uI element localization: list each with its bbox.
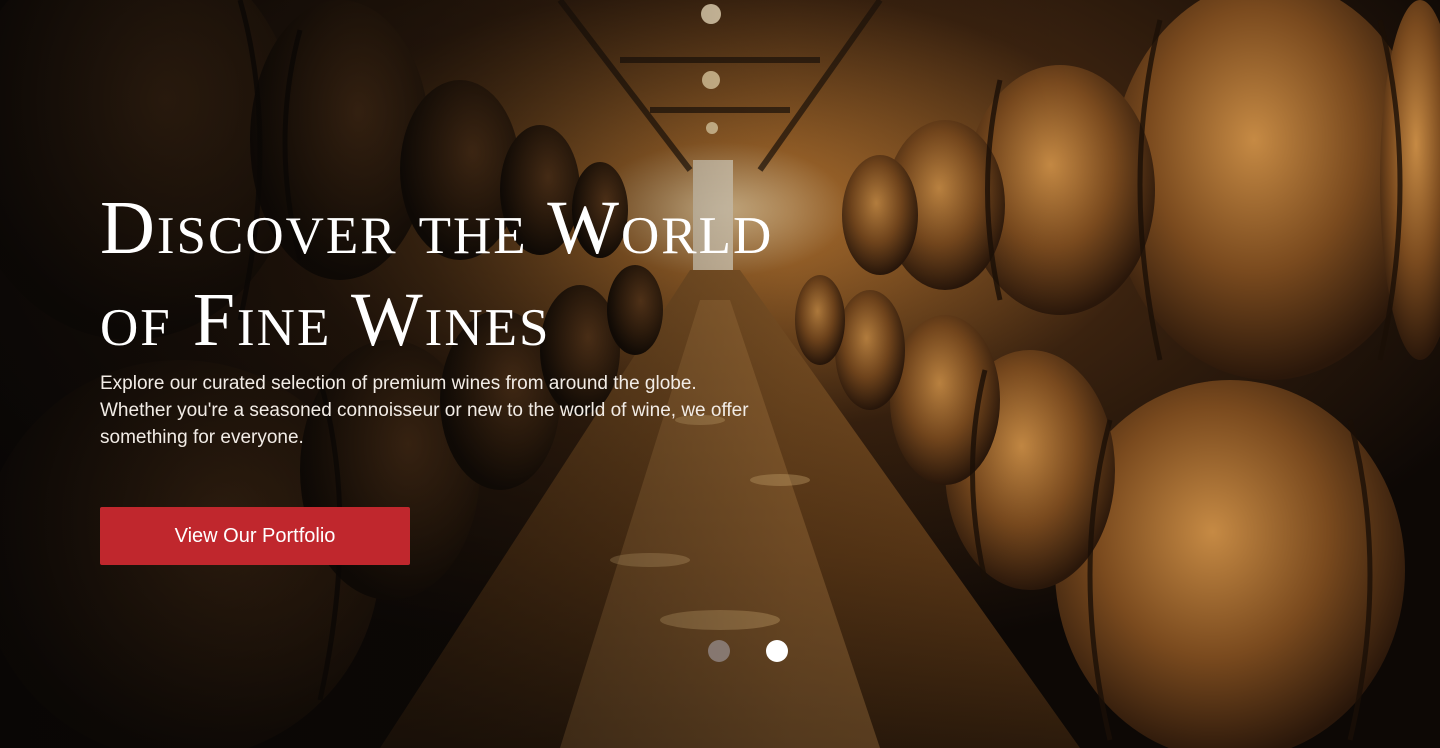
headline-line-2: of Fine Wines — [100, 278, 551, 362]
carousel-pagination — [708, 640, 788, 662]
hero-section: Discover the World of Fine Wines Explore… — [0, 0, 1440, 748]
hero-content: Discover the World of Fine Wines Explore… — [100, 182, 900, 451]
carousel-dot-2-active[interactable] — [766, 640, 788, 662]
headline-line-1: Discover the World — [100, 186, 774, 270]
hero-description: Explore our curated selection of premium… — [100, 373, 749, 448]
hero-headline: Discover the World of Fine Wines — [100, 182, 900, 366]
view-portfolio-button[interactable]: View Our Portfolio — [100, 507, 410, 565]
carousel-dot-1[interactable] — [708, 640, 730, 662]
